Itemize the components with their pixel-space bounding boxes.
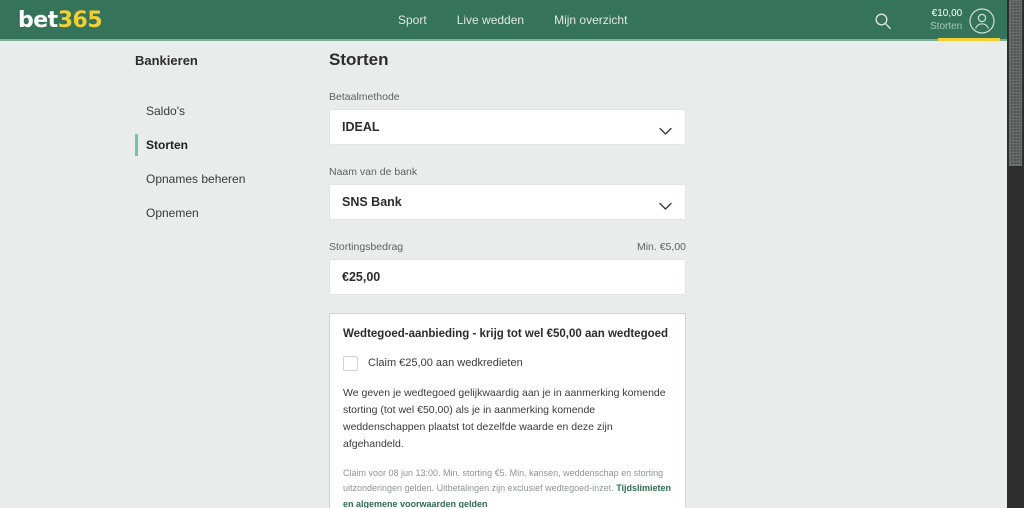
vertical-scrollbar-thumb[interactable] [1009,0,1022,166]
deposit-amount-field: Stortingsbedrag Min. €5,00 €25,00 [329,241,686,295]
deposit-amount-label: Stortingsbedrag [329,241,404,253]
sidebar-item-label: Storten [146,138,188,152]
logo-text-primary: bet [18,7,58,33]
nav-item-mijn-overzicht[interactable]: Mijn overzicht [554,13,627,27]
nav-item-sport[interactable]: Sport [398,13,427,27]
sidebar-item-label: Opnemen [146,206,199,220]
chevron-down-icon [659,123,672,141]
account-text: €10,00 Storten [930,8,962,33]
site-header: bet365 Sport Live wedden Mijn overzicht … [0,0,1007,41]
bonus-offer-panel: Wedtegoed-aanbieding - krijg tot wel €50… [329,313,686,508]
bonus-claim-row[interactable]: Claim €25,00 aan wedkredieten [343,355,672,371]
bank-name-label-row: Naam van de bank [329,166,686,178]
page-title: Storten [329,50,389,69]
bank-name-select[interactable]: SNS Bank [329,184,686,220]
sidebar-item-opnames-beheren[interactable]: Opnames beheren [135,162,320,196]
bonus-claim-label: Claim €25,00 aan wedkredieten [368,357,523,370]
payment-method-label: Betaalmethode [329,91,400,103]
sidebar-title: Bankieren [135,53,198,68]
deposit-amount-input[interactable]: €25,00 [329,259,686,295]
search-icon[interactable] [874,12,892,30]
sidebar-list: Saldo's Storten Opnames beheren Opnemen [135,94,320,230]
deposit-form: Storten Betaalmethode IDEAL Naam van de … [329,41,686,508]
vertical-scrollbar-track[interactable] [1007,0,1024,508]
sidebar-item-opnemen[interactable]: Opnemen [135,196,320,230]
bonus-offer-description: We geven je wedtegoed gelijkwaardig aan … [343,386,666,450]
page-body: Bankieren Saldo's Storten Opnames behere… [0,41,1007,508]
bonus-offer-title: Wedtegoed-aanbieding - krijg tot wel €50… [343,328,669,340]
sidebar-item-label: Opnames beheren [146,172,246,186]
main-navigation: Sport Live wedden Mijn overzicht [398,13,627,27]
logo-text-accent: 365 [57,7,103,33]
deposit-amount-label-row: Stortingsbedrag Min. €5,00 [329,241,686,253]
account-balance: €10,00 [931,8,963,19]
nav-item-live-wedden[interactable]: Live wedden [457,13,524,27]
user-avatar-icon[interactable] [969,7,995,34]
payment-method-select[interactable]: IDEAL [329,109,686,145]
bet365-logo[interactable]: bet365 [18,7,103,33]
deposit-amount-value: €25,00 [342,270,381,284]
account-balance-button[interactable]: €10,00 Storten [930,0,995,41]
account-action-label: Storten [930,20,963,32]
payment-method-value: IDEAL [342,120,380,134]
browser-viewport: bet365 Sport Live wedden Mijn overzicht … [0,0,1007,508]
sidebar-item-saldos[interactable]: Saldo's [135,94,320,128]
bonus-claim-checkbox[interactable] [343,355,358,371]
bank-name-label: Naam van de bank [329,166,418,178]
bonus-offer-terms: Claim voor 08 jun 13:00. Min. storting €… [343,466,672,508]
payment-method-field: Betaalmethode IDEAL [329,91,686,145]
deposit-amount-minimum-hint: Min. €5,00 [636,241,686,253]
sidebar-item-storten[interactable]: Storten [135,128,320,162]
banking-sidebar: Bankieren Saldo's Storten Opnames behere… [135,41,320,230]
payment-method-label-row: Betaalmethode [329,91,686,103]
sidebar-item-label: Saldo's [146,104,185,118]
chevron-down-icon [659,198,672,216]
bank-name-field: Naam van de bank SNS Bank [329,166,686,220]
account-active-underline [938,38,1000,41]
bank-name-value: SNS Bank [342,195,402,209]
